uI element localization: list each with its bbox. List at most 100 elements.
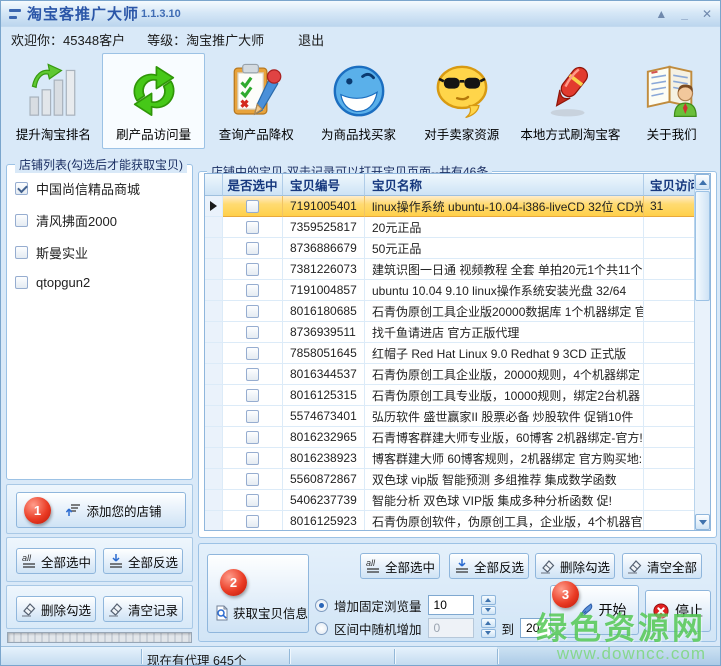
item-id: 8016344537 xyxy=(283,364,365,385)
toolbar-item-rank[interactable]: 提升淘宝排名 xyxy=(5,53,102,149)
add-shop-button[interactable]: 1 添加您的店铺 xyxy=(16,492,186,528)
table-row[interactable]: 8016238923 博客群建大师 60博客规则，2机器绑定 官方购买地: xyxy=(205,448,710,469)
table-row[interactable]: 7381226073 建筑识图一日通 视频教程 全套 单拍20元1个共11个 xyxy=(205,259,710,280)
table-row[interactable]: 7191004857 ubuntu 10.04 9.10 linux操作系统安装… xyxy=(205,280,710,301)
item-name: 石青伪原创工具专业版，10000规则，绑定2台机器 xyxy=(365,385,644,406)
fixed-increase-stepper[interactable] xyxy=(481,595,496,615)
row-checkbox[interactable] xyxy=(246,452,259,465)
row-selector xyxy=(205,385,223,406)
table-row[interactable]: 8016125923 石青伪原创软件，伪原创工具，企业版，4个机器官 xyxy=(205,511,710,531)
toolbar-item-about[interactable]: 关于我们 xyxy=(627,53,716,149)
table-row[interactable]: 8016125315 石青伪原创工具专业版，10000规则，绑定2台机器 xyxy=(205,385,710,406)
row-checkbox[interactable] xyxy=(246,305,259,318)
row-selector xyxy=(205,301,223,322)
random-increase-radio[interactable] xyxy=(315,622,328,635)
fetch-items-button[interactable]: 2 获取宝贝信息 xyxy=(207,554,309,633)
item-name: ubuntu 10.04 9.10 linux操作系统安装光盘 32/64 xyxy=(365,280,644,301)
red-pen-icon xyxy=(541,62,599,120)
scrollbar-thumb[interactable] xyxy=(695,191,710,301)
vertical-scrollbar[interactable] xyxy=(694,174,710,530)
fixed-increase-radio[interactable] xyxy=(315,599,328,612)
header-checked[interactable]: 是否选中 xyxy=(223,174,283,196)
eraser-icon xyxy=(108,601,124,617)
shop-list-item[interactable]: 清风拂面2000 xyxy=(15,211,186,230)
row-checkbox[interactable] xyxy=(246,515,259,528)
item-id: 7381226073 xyxy=(283,259,365,280)
item-id: 8736939511 xyxy=(283,322,365,343)
shop-list-item[interactable]: 斯曼实业 xyxy=(15,243,186,262)
header-item-id[interactable]: 宝贝编号 xyxy=(283,174,365,196)
row-selector xyxy=(205,469,223,490)
table-row[interactable]: 5560872867 双色球 vip版 智能预测 多组推荐 集成数学函数 xyxy=(205,469,710,490)
row-checkbox[interactable] xyxy=(246,410,259,423)
clear-records-button[interactable]: 清空记录 xyxy=(103,596,183,622)
table-row[interactable]: 8736939511 找千鱼请进店 官方正版代理 xyxy=(205,322,710,343)
row-checkbox[interactable] xyxy=(246,242,259,255)
close-icon[interactable]: ✕ xyxy=(702,7,712,21)
random-from-stepper[interactable] xyxy=(481,618,496,638)
row-checkbox[interactable] xyxy=(246,473,259,486)
select-all-items-button[interactable]: all 全部选中 xyxy=(360,553,440,579)
minimize-icon[interactable]: _ xyxy=(681,7,688,21)
clear-all-items-button[interactable]: 清空全部 xyxy=(622,553,702,579)
row-checkbox[interactable] xyxy=(246,389,259,402)
table-row[interactable]: 5406237739 智能分析 双色球 VIP版 集成多种分析函数 促! xyxy=(205,490,710,511)
header-item-name[interactable]: 宝贝名称 xyxy=(365,174,644,196)
item-id: 5574673401 xyxy=(283,406,365,427)
minimize-to-tray-icon[interactable]: ▲ xyxy=(655,7,667,21)
row-selector xyxy=(205,427,223,448)
row-checkbox[interactable] xyxy=(246,326,259,339)
shop-name: 斯曼实业 xyxy=(36,243,88,262)
invert-items-button[interactable]: 全部反选 xyxy=(449,553,529,579)
logout-link[interactable]: 退出 xyxy=(298,30,324,49)
row-checkbox[interactable] xyxy=(246,347,259,360)
scroll-down-button[interactable] xyxy=(695,514,710,530)
row-selector xyxy=(205,511,223,531)
stop-label: 停止 xyxy=(675,601,703,621)
eraser-icon xyxy=(627,558,643,574)
toolbar-item-check-demotion[interactable]: 查询产品降权 xyxy=(205,53,307,149)
row-selector xyxy=(205,406,223,427)
row-checkbox[interactable] xyxy=(246,221,259,234)
stop-button[interactable]: 停止 xyxy=(645,590,711,632)
toolbar-item-rival-sellers[interactable]: 对手卖家资源 xyxy=(410,53,514,149)
row-checkbox[interactable] xyxy=(246,431,259,444)
invert-selection-button[interactable]: 全部反选 xyxy=(103,548,183,574)
fixed-increase-input[interactable]: 10 xyxy=(428,595,474,615)
table-row[interactable]: 8736886679 50元正品 xyxy=(205,238,710,259)
table-row[interactable]: 7858051645 红帽子 Red Hat Linux 9.0 Redhat … xyxy=(205,343,710,364)
row-checkbox[interactable] xyxy=(246,494,259,507)
shop-checkbox[interactable] xyxy=(15,182,28,195)
table-header: 是否选中 宝贝编号 宝贝名称 宝贝访问量 xyxy=(205,174,710,196)
shop-list-item[interactable]: 中国尚信精品商城 xyxy=(15,179,186,198)
shop-list-item[interactable]: qtopgun2 xyxy=(15,275,186,290)
random-from-input[interactable]: 0 xyxy=(428,618,474,638)
item-name: 博客群建大师 60博客规则，2机器绑定 官方购买地: xyxy=(365,448,644,469)
delete-checked-button[interactable]: 删除勾选 xyxy=(16,596,96,622)
toolbar-item-refresh-visits[interactable]: 刷产品访问量 xyxy=(102,53,206,149)
scroll-up-button[interactable] xyxy=(695,174,710,190)
delete-checked-items-button[interactable]: 删除勾选 xyxy=(535,553,615,579)
table-row[interactable]: 7359525817 20元正品 xyxy=(205,217,710,238)
table-row[interactable]: 8016232965 石青博客群建大师专业版，60博客 2机器绑定-官方! xyxy=(205,427,710,448)
table-row[interactable]: 5574673401 弘历软件 盛世赢家II 股票必备 炒股软件 促销10件 xyxy=(205,406,710,427)
shop-checkbox[interactable] xyxy=(15,246,28,259)
row-checkbox[interactable] xyxy=(246,263,259,276)
select-all-button[interactable]: all 全部选中 xyxy=(16,548,96,574)
row-checkbox[interactable] xyxy=(246,200,259,213)
clipboard-pencil-icon xyxy=(227,62,285,120)
table-row[interactable]: 8016180685 石青伪原创工具企业版20000数据库 1个机器绑定 官 xyxy=(205,301,710,322)
row-checkbox[interactable] xyxy=(246,284,259,297)
random-increase-label: 区间中随机增加 xyxy=(334,619,422,638)
level-text: 等级：淘宝推广大师 xyxy=(147,30,264,49)
table-row[interactable]: 7191005401 linux操作系统 ubuntu-10.04-i386-l… xyxy=(205,196,710,217)
toolbar-label: 本地方式刷淘宝客 xyxy=(520,124,620,143)
add-lines-arrow-icon xyxy=(66,502,82,518)
toolbar-item-local-mode[interactable]: 本地方式刷淘宝客 xyxy=(514,53,628,149)
toolbar-item-find-buyers[interactable]: 为商品找买家 xyxy=(307,53,410,149)
row-checkbox[interactable] xyxy=(246,368,259,381)
table-row[interactable]: 8016344537 石青伪原创工具企业版，20000规则，4个机器绑定 xyxy=(205,364,710,385)
toolbar-label: 关于我们 xyxy=(647,124,697,143)
shop-checkbox[interactable] xyxy=(15,214,28,227)
shop-checkbox[interactable] xyxy=(15,276,28,289)
